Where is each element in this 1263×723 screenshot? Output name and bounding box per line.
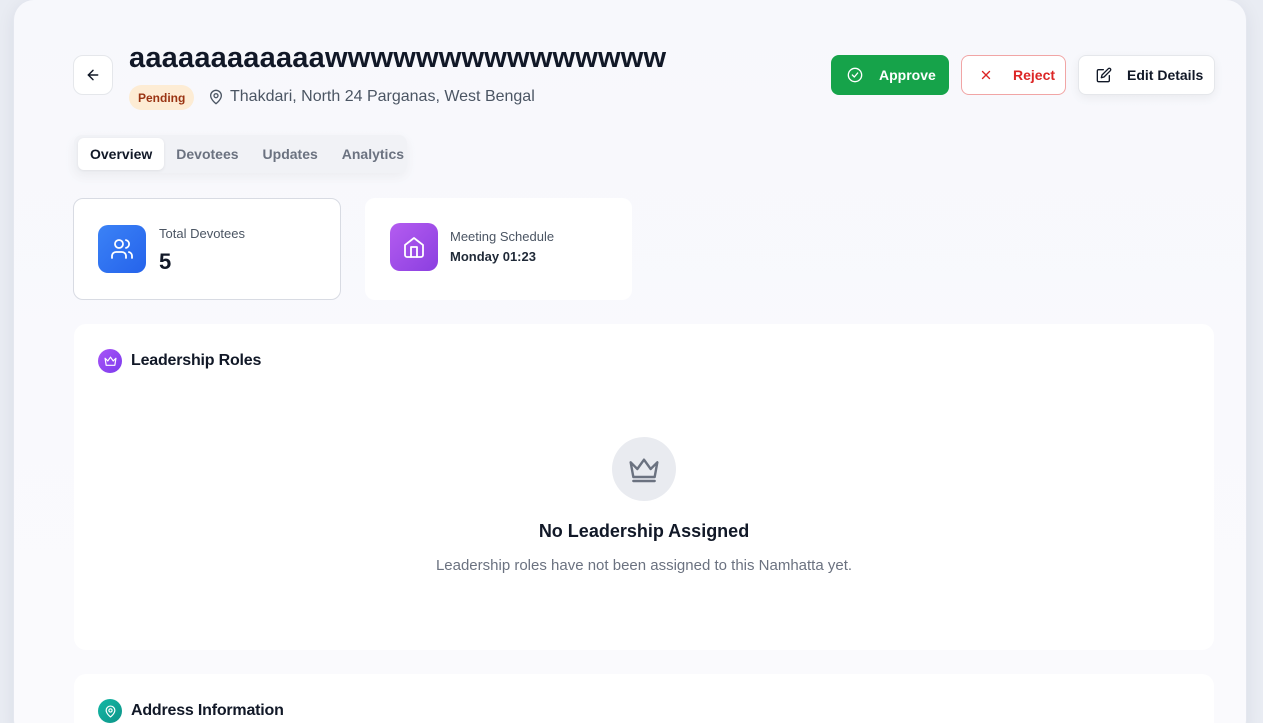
total-devotees-label: Total Devotees [159, 226, 245, 241]
map-pin-icon [98, 699, 122, 723]
check-circle-icon [847, 67, 863, 83]
crown-icon [98, 349, 122, 373]
total-devotees-card: Total Devotees 5 [73, 198, 341, 300]
reject-label: Reject [1013, 67, 1056, 83]
tab-overview[interactable]: Overview [78, 138, 165, 170]
tab-bar: Overview Devotees Updates Analytics [74, 135, 407, 173]
arrow-left-icon [87, 69, 99, 81]
total-devotees-value: 5 [159, 249, 172, 274]
meeting-schedule-label: Meeting Schedule [450, 229, 555, 244]
edit-icon [1096, 67, 1112, 83]
tab-updates[interactable]: Updates [251, 138, 330, 170]
status-badge: Pending [129, 85, 195, 110]
edit-details-button[interactable]: Edit Details [1078, 55, 1215, 95]
location-text: Thakdari, North 24 Parganas, West Bengal [230, 88, 535, 105]
namhatta-detail-page: aaaaaaaaaaaawwwwwwwwwwwwwww Pending Thak… [14, 0, 1246, 723]
map-pin-icon [210, 89, 222, 105]
empty-state-description: Leadership roles have not been assigned … [435, 557, 853, 574]
address-header: Address Information [98, 699, 284, 723]
close-icon [981, 70, 991, 80]
edit-label: Edit Details [1127, 67, 1204, 83]
reject-button[interactable]: Reject [961, 55, 1066, 95]
back-button[interactable] [73, 55, 113, 95]
meeting-schedule-value: Monday 01:23 [450, 249, 536, 264]
leadership-header: Leadership Roles [98, 349, 261, 373]
address-information-section: Address Information [74, 674, 1214, 723]
empty-state-title: No Leadership Assigned [538, 521, 750, 541]
location: Thakdari, North 24 Parganas, West Bengal [208, 88, 535, 106]
meeting-schedule-card: Meeting Schedule Monday 01:23 [365, 198, 632, 300]
leadership-title: Leadership Roles [131, 352, 262, 369]
tab-analytics[interactable]: Analytics [330, 138, 416, 170]
crown-icon [612, 437, 676, 501]
approve-button[interactable]: Approve [831, 55, 949, 95]
users-icon [98, 225, 146, 273]
approve-label: Approve [879, 67, 936, 83]
page-title: aaaaaaaaaaaawwwwwwwwwwwwwww [129, 42, 667, 74]
leadership-roles-section: Leadership Roles No Leadership Assigned … [74, 324, 1214, 650]
home-icon [390, 223, 438, 271]
tab-devotees[interactable]: Devotees [164, 138, 250, 170]
address-title: Address Information [131, 702, 284, 719]
